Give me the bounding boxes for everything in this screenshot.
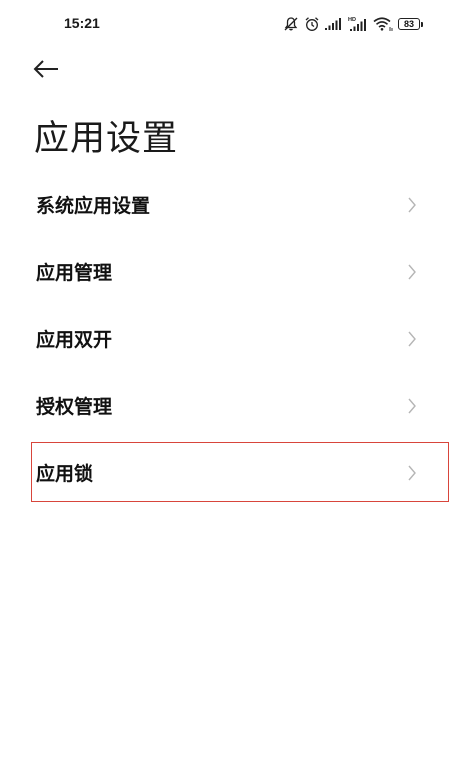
settings-item-app-management[interactable]: 应用管理 [0,238,463,305]
page-title: 应用设置 [34,119,179,159]
mute-bell-icon [283,16,299,32]
arrow-left-icon [32,59,60,83]
list-item-label: 应用锁 [36,463,94,485]
list-item-label: 授权管理 [36,396,113,418]
settings-item-permissions[interactable]: 授权管理 [0,372,463,439]
list-item-label: 系统应用设置 [36,195,151,217]
alarm-icon [304,16,320,32]
back-button[interactable] [32,56,66,86]
list-item-label: 应用管理 [36,262,113,284]
chevron-right-icon [407,264,417,280]
status-time: 15:21 [64,15,100,31]
svg-text:HD: HD [348,17,356,23]
settings-item-dual-apps[interactable]: 应用双开 [0,305,463,372]
chevron-right-icon [407,197,417,213]
status-icons: HD 83 [283,14,423,34]
battery-body: 83 [398,18,420,30]
signal-icon [325,17,343,31]
battery-level: 83 [403,18,414,29]
chevron-right-icon [407,398,417,414]
wifi-icon [373,16,393,32]
chevron-right-icon [407,331,417,347]
settings-item-system-apps[interactable]: 系统应用设置 [0,171,463,238]
settings-item-app-lock[interactable]: 应用锁 [0,439,463,506]
chevron-right-icon [407,465,417,481]
settings-list: 系统应用设置 应用管理 应用双开 授权管理 应用锁 [0,171,463,506]
hd-signal-icon: HD [348,16,368,32]
battery-icon: 83 [398,18,423,30]
status-bar: 15:21 HD 83 [0,0,463,50]
battery-tip [421,21,423,27]
list-item-label: 应用双开 [36,329,113,351]
